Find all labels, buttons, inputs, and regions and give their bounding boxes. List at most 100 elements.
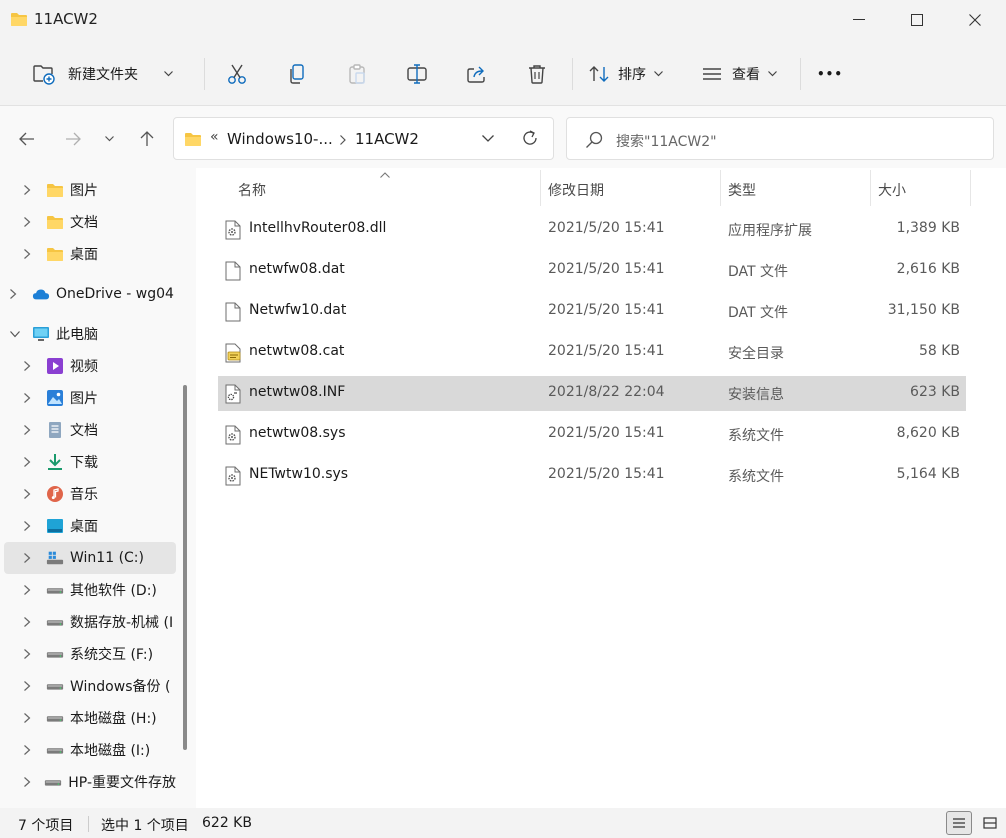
sidebar-item[interactable]: 桌面 <box>4 238 176 270</box>
chevron-right-icon[interactable] <box>24 249 38 259</box>
file-modified-date: 2021/5/20 15:41 <box>548 425 665 441</box>
chevron-right-icon[interactable] <box>10 289 24 299</box>
chevron-right-icon[interactable] <box>24 777 36 787</box>
chevron-right-icon[interactable] <box>24 649 38 659</box>
trash-icon <box>527 63 547 85</box>
view-button[interactable]: 查看 <box>696 56 788 92</box>
minimize-button[interactable] <box>830 0 888 40</box>
sidebar-item[interactable]: 数据存放-机械 (I <box>4 606 176 638</box>
file-row[interactable]: netwtw08.sys 2021/5/20 15:41 系统文件 8,620 KB <box>218 417 966 452</box>
sidebar-item-label: 视频 <box>70 359 98 375</box>
chevron-right-icon[interactable] <box>24 489 38 499</box>
details-view-button[interactable] <box>946 811 972 835</box>
recent-locations-button[interactable] <box>98 126 120 152</box>
chevron-right-icon[interactable] <box>24 217 38 227</box>
file-modified-date: 2021/8/22 22:04 <box>548 384 665 400</box>
copy-button[interactable] <box>278 56 316 92</box>
chevron-right-icon[interactable] <box>24 361 38 371</box>
file-row[interactable]: IntellhvRouter08.dll 2021/5/20 15:41 应用程序扩… <box>218 212 966 247</box>
chevron-right-icon[interactable] <box>24 521 38 531</box>
sidebar-item[interactable]: Windows备份 ( <box>4 670 176 702</box>
column-header-name[interactable]: 名称 <box>238 180 266 199</box>
column-header-date[interactable]: 修改日期 <box>548 180 604 199</box>
sidebar-item[interactable]: 系统交互 (F:) <box>4 638 176 670</box>
file-modified-date: 2021/5/20 15:41 <box>548 343 665 359</box>
sidebar-item[interactable]: 文档 <box>4 206 176 238</box>
forward-button[interactable] <box>58 126 88 152</box>
sidebar-item-label: 本地磁盘 (H:) <box>70 711 157 727</box>
column-header-type[interactable]: 类型 <box>728 180 756 199</box>
sidebar-item[interactable]: 视频 <box>4 350 176 382</box>
rename-button[interactable] <box>398 56 436 92</box>
chevron-right-icon[interactable] <box>24 681 38 691</box>
overflow-chevron[interactable]: « <box>210 129 219 145</box>
file-modified-date: 2021/5/20 15:41 <box>548 466 665 482</box>
sidebar-item-label: 本地磁盘 (I:) <box>70 743 151 759</box>
address-bar[interactable]: « Windows10-... 11ACW2 <box>173 117 554 160</box>
file-row[interactable]: netwtw08.cat 2021/5/20 15:41 安全目录 58 KB <box>218 335 966 370</box>
sidebar-item-label: 文档 <box>70 215 98 231</box>
new-folder-button[interactable]: 新建文件夹 <box>26 56 186 92</box>
back-button[interactable] <box>12 126 42 152</box>
maximize-button[interactable] <box>888 0 946 40</box>
breadcrumb-segment[interactable]: Windows10-... <box>227 130 333 148</box>
sidebar-item[interactable]: 本地磁盘 (H:) <box>4 702 176 734</box>
chevron-right-icon[interactable] <box>24 585 38 595</box>
sidebar-item-label: 文档 <box>70 423 98 439</box>
sidebar-item[interactable]: 图片 <box>4 382 176 414</box>
chevron-right-icon[interactable] <box>24 553 38 563</box>
column-header-size[interactable]: 大小 <box>878 180 906 199</box>
tiles-view-icon <box>983 817 997 829</box>
file-row[interactable]: netwtw08.INF 2021/8/22 22:04 安装信息 623 KB <box>218 376 966 411</box>
breadcrumb-segment[interactable]: 11ACW2 <box>355 130 419 148</box>
chevron-down-icon <box>164 71 173 77</box>
file-modified-date: 2021/5/20 15:41 <box>548 302 665 318</box>
sidebar-item[interactable]: 此电脑 <box>4 318 176 350</box>
sidebar-item[interactable]: 本地磁盘 (I:) <box>4 734 176 766</box>
chevron-right-icon[interactable] <box>24 185 38 195</box>
paste-button[interactable] <box>338 56 376 92</box>
more-options-button[interactable]: ••• <box>810 56 850 92</box>
search-box[interactable]: 搜索"11ACW2" <box>566 117 994 160</box>
file-row[interactable]: Netwfw10.dat 2021/5/20 15:41 DAT 文件 31,150 … <box>218 294 966 329</box>
sidebar-item[interactable]: 文档 <box>4 414 176 446</box>
column-divider[interactable] <box>720 170 721 206</box>
chevron-right-icon[interactable] <box>24 713 38 723</box>
up-button[interactable] <box>132 126 162 152</box>
address-dropdown-icon[interactable] <box>482 135 494 143</box>
file-row[interactable]: netwfw08.dat 2021/5/20 15:41 DAT 文件 2,616 K… <box>218 253 966 288</box>
chevron-right-icon[interactable] <box>24 745 38 755</box>
sidebar-item-label: Win11 (C:) <box>70 550 144 566</box>
column-divider[interactable] <box>970 170 971 206</box>
sidebar-item[interactable]: 音乐 <box>4 478 176 510</box>
chevron-down-icon <box>104 136 114 142</box>
column-divider[interactable] <box>870 170 871 206</box>
tiles-view-button[interactable] <box>978 811 1002 835</box>
sidebar-item[interactable]: 桌面 <box>4 510 176 542</box>
sidebar-scrollbar[interactable] <box>183 385 187 750</box>
sidebar-item[interactable]: 图片 <box>4 174 176 206</box>
sidebar-item[interactable]: 其他软件 (D:) <box>4 574 176 606</box>
delete-button[interactable] <box>518 56 556 92</box>
drive-icon <box>46 613 64 631</box>
chevron-right-icon[interactable] <box>24 457 38 467</box>
sidebar-item[interactable]: 下载 <box>4 446 176 478</box>
chevron-right-icon[interactable] <box>24 617 38 627</box>
chevron-down-icon[interactable] <box>10 330 24 338</box>
file-row[interactable]: NETwtw10.sys 2021/5/20 15:41 系统文件 5,164 KB <box>218 458 966 493</box>
sidebar-item[interactable]: OneDrive - wg04 <box>4 278 176 310</box>
sidebar-item[interactable]: Win11 (C:) <box>4 542 176 574</box>
file-name: netwfw08.dat <box>249 261 345 277</box>
chevron-right-icon[interactable] <box>24 425 38 435</box>
chevron-right-icon[interactable] <box>24 393 38 403</box>
sort-button[interactable]: 排序 <box>582 56 678 92</box>
share-button[interactable] <box>458 56 496 92</box>
cut-button[interactable] <box>218 56 256 92</box>
column-divider[interactable] <box>540 170 541 206</box>
arrow-up-icon <box>140 131 154 147</box>
more-options-label: ••• <box>816 67 843 81</box>
close-button[interactable] <box>946 0 1004 40</box>
toolbar-divider <box>800 58 801 90</box>
sidebar-item[interactable]: HP-重要文件存放 <box>4 766 176 798</box>
refresh-icon[interactable] <box>521 129 539 147</box>
